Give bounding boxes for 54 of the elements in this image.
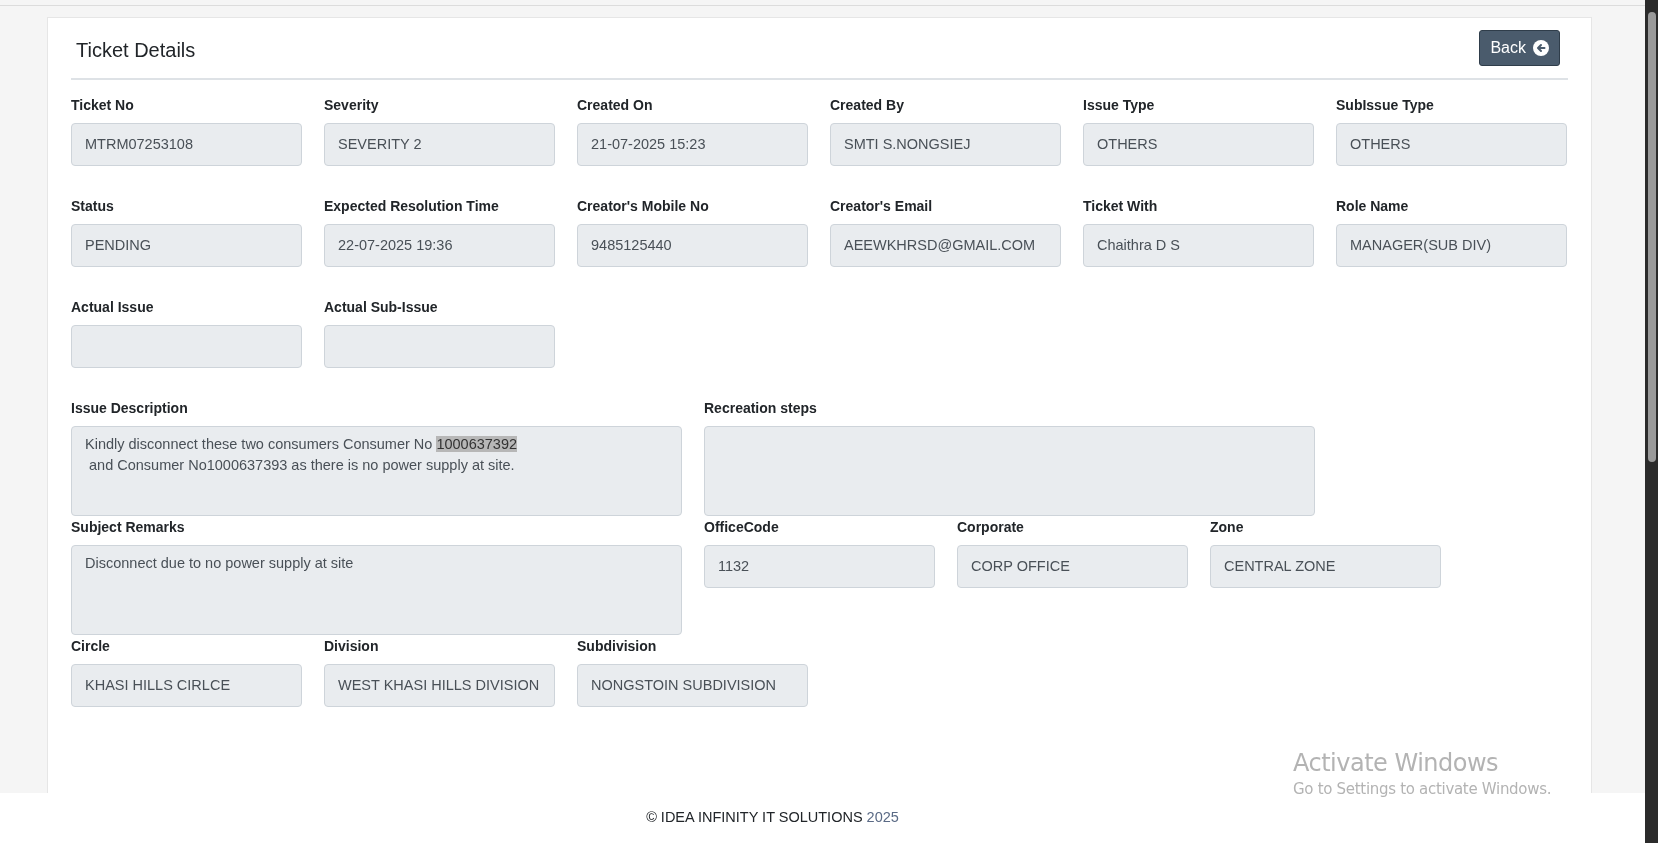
- scrollbar[interactable]: [1645, 0, 1658, 843]
- field-label: Corporate: [957, 518, 1024, 537]
- field-label: Issue Description: [71, 399, 188, 418]
- text-field[interactable]: KHASI HILLS CIRLCE: [71, 664, 302, 707]
- page-title: Ticket Details: [76, 38, 196, 63]
- activation-subtitle: Go to Settings to activate Windows.: [1293, 779, 1552, 800]
- field-label: Subdivision: [577, 637, 657, 656]
- text-field[interactable]: WEST KHASI HILLS DIVISION: [324, 664, 555, 707]
- text-area[interactable]: [704, 426, 1315, 516]
- text-area[interactable]: Kindly disconnect these two consumers Consumer No 1000637392 and Consumer No1000637393 as there is no power supply at site.: [71, 426, 682, 516]
- text-field[interactable]: NONGSTOIN SUBDIVISION: [577, 664, 808, 707]
- field-label: SubIssue Type: [1336, 96, 1434, 115]
- field-label: Role Name: [1336, 197, 1409, 216]
- field-label: Created On: [577, 96, 653, 115]
- text-field[interactable]: CENTRAL ZONE: [1210, 545, 1441, 588]
- text-field[interactable]: MANAGER(SUB DIV): [1336, 224, 1567, 267]
- field-label: Circle: [71, 637, 110, 656]
- text-field[interactable]: 1132: [704, 545, 935, 588]
- field-label: Creator's Mobile No: [577, 197, 709, 216]
- text-field[interactable]: [324, 325, 555, 368]
- field-label: Zone: [1210, 518, 1244, 537]
- text-area[interactable]: Disconnect due to no power supply at site: [71, 545, 682, 635]
- text-field[interactable]: Chaithra D S: [1083, 224, 1314, 267]
- field-label: Division: [324, 637, 379, 656]
- field-label: Status: [71, 197, 114, 216]
- text-field[interactable]: PENDING: [71, 224, 302, 267]
- text-field[interactable]: SEVERITY 2: [324, 123, 555, 166]
- text-field[interactable]: MTRM07253108: [71, 123, 302, 166]
- issue-description-text: Kindly disconnect these two consumers Consumer No 1000637392 and Consumer No1000637393 as there is no power supply at site.: [85, 435, 519, 475]
- text-field[interactable]: 21-07-2025 15:23: [577, 123, 808, 166]
- field-label: Ticket No: [71, 96, 134, 115]
- text-field[interactable]: SMTI S.NONGSIEJ: [830, 123, 1061, 166]
- text-field[interactable]: AEEWKHRSD@GMAIL.COM: [830, 224, 1061, 267]
- field-label: Actual Sub-Issue: [324, 298, 438, 317]
- field-label: Issue Type: [1083, 96, 1155, 115]
- field-label: Ticket With: [1083, 197, 1158, 216]
- field-label: Creator's Email: [830, 197, 933, 216]
- text-field[interactable]: 22-07-2025 19:36: [324, 224, 555, 267]
- field-label: Subject Remarks: [71, 518, 185, 537]
- field-label: Recreation steps: [704, 399, 817, 418]
- text-field[interactable]: 9485125440: [577, 224, 808, 267]
- field-label: Severity: [324, 96, 379, 115]
- copyright-text: © IDEA INFINITY IT SOLUTIONS 2025: [646, 808, 899, 828]
- text-field[interactable]: OTHERS: [1336, 123, 1567, 166]
- text-field[interactable]: [71, 325, 302, 368]
- arrow-left-circle-icon: [1533, 40, 1549, 56]
- text-field[interactable]: OTHERS: [1083, 123, 1314, 166]
- text-field[interactable]: CORP OFFICE: [957, 545, 1188, 588]
- field-label: Actual Issue: [71, 298, 154, 317]
- field-label: OfficeCode: [704, 518, 779, 537]
- field-label: Expected Resolution Time: [324, 197, 499, 216]
- activation-title: Activate Windows: [1293, 748, 1500, 778]
- back-button[interactable]: Back: [1479, 30, 1560, 66]
- field-label: Created By: [830, 96, 904, 115]
